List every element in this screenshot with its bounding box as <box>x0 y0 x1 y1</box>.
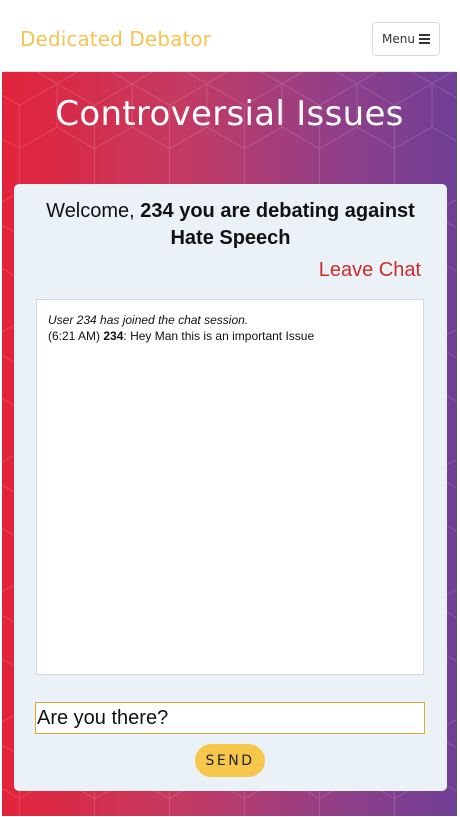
menu-label: Menu <box>382 32 415 46</box>
system-message: User 234 has joined the chat session. <box>48 313 249 327</box>
navbar: Dedicated Debator Menu <box>2 3 457 72</box>
welcome-message: Welcome, 234 you are debating against Ha… <box>28 198 433 252</box>
brand-logo[interactable]: Dedicated Debator <box>20 27 211 51</box>
message-text: : Hey Man this is an important Issue <box>123 329 315 343</box>
page-title: Controversial Issues <box>55 94 404 134</box>
message-user: 234 <box>103 329 124 343</box>
debate-topic: Hate Speech <box>170 227 291 249</box>
hero-section: Controversial Issues Welcome, 234 you ar… <box>2 72 457 816</box>
menu-button[interactable]: Menu <box>372 22 440 56</box>
bars-icon <box>418 34 430 44</box>
leave-chat-link[interactable]: Leave Chat <box>319 259 421 282</box>
chat-message: (6:21 AM) 234: Hey Man this is an import… <box>48 328 412 344</box>
message-time: (6:21 AM) <box>48 329 101 343</box>
app-frame: Dedicated Debator Menu Controversial Iss… <box>2 3 457 816</box>
chat-log[interactable]: User 234 has joined the chat session. (6… <box>36 299 424 675</box>
welcome-user-phrase: 234 you are debating against <box>140 200 415 222</box>
welcome-prefix: Welcome, <box>46 200 135 222</box>
message-input[interactable] <box>35 702 425 734</box>
send-button[interactable]: SEND <box>195 744 265 777</box>
chat-card: Welcome, 234 you are debating against Ha… <box>14 184 447 791</box>
